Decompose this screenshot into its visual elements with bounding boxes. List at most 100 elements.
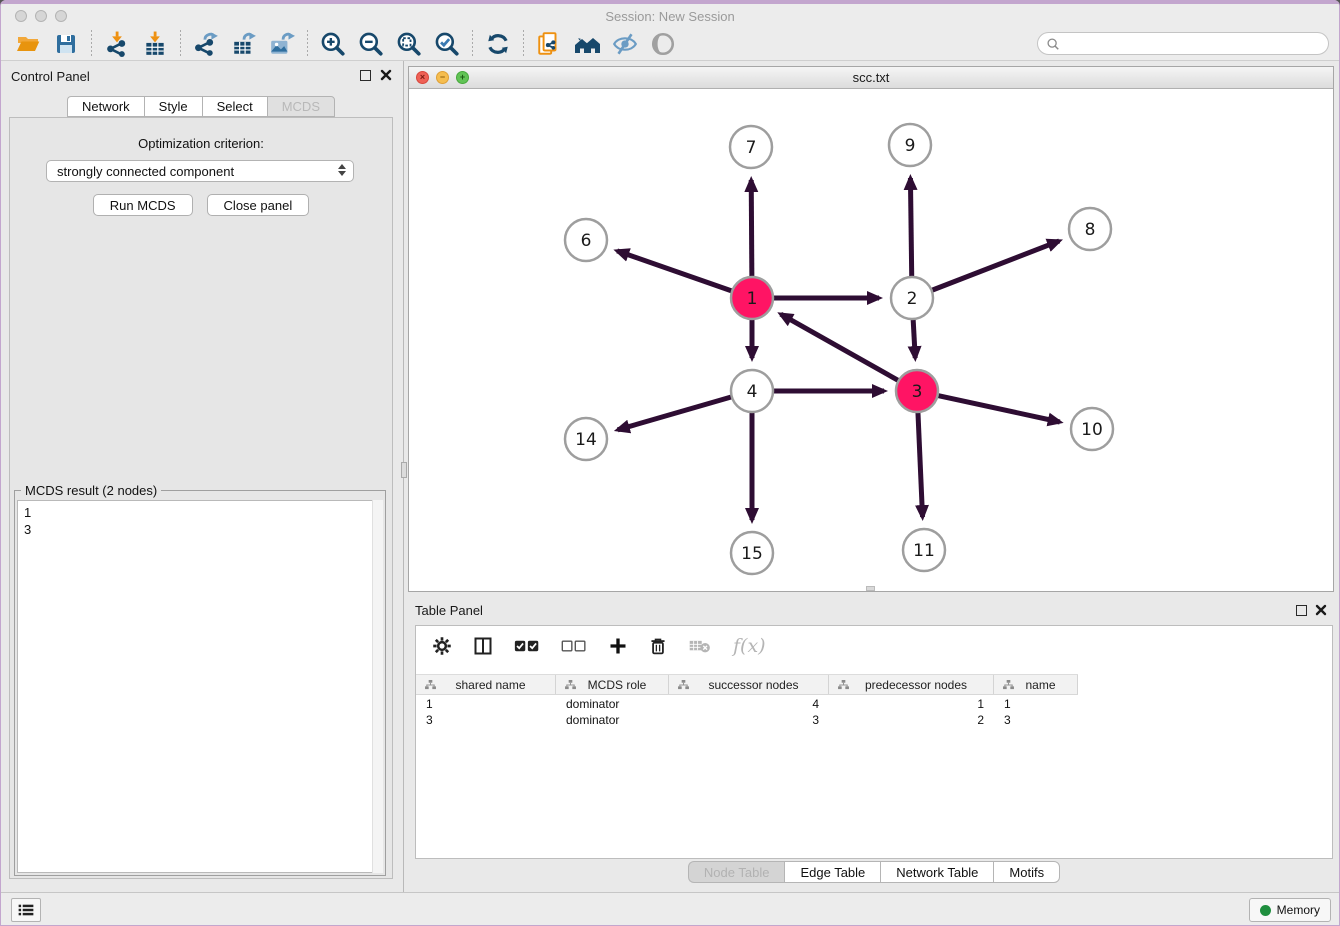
window-title: Session: New Session bbox=[605, 9, 734, 24]
graph-node-label: 2 bbox=[907, 289, 918, 309]
export-image-button[interactable] bbox=[263, 29, 301, 59]
graph-edge[interactable] bbox=[918, 410, 923, 517]
close-network-button[interactable]: × bbox=[416, 71, 429, 84]
zoom-in-button[interactable] bbox=[314, 29, 352, 59]
column-header-label: successor nodes bbox=[689, 678, 828, 692]
table-header-row: shared name MCDS role successor nodesprede… bbox=[416, 674, 1078, 695]
deselect-all-icon bbox=[561, 638, 587, 654]
tab-style[interactable]: Style bbox=[144, 96, 202, 117]
tab-edge-table[interactable]: Edge Table bbox=[784, 861, 880, 883]
graph-edge[interactable] bbox=[617, 251, 734, 292]
network-canvas-svg[interactable]: 7968124314101511 bbox=[409, 89, 1333, 591]
graph-edge[interactable] bbox=[910, 178, 911, 279]
minimize-network-button[interactable]: − bbox=[436, 71, 449, 84]
show-panel-list-button[interactable] bbox=[11, 898, 41, 922]
tab-network-table[interactable]: Network Table bbox=[880, 861, 993, 883]
refresh-button[interactable] bbox=[479, 29, 517, 59]
zoom-selected-button[interactable] bbox=[428, 29, 466, 59]
table-row[interactable]: 3dominator323 bbox=[416, 712, 1332, 728]
float-table-panel-button[interactable] bbox=[1296, 605, 1307, 616]
graph-edge[interactable] bbox=[936, 395, 1060, 422]
save-session-button[interactable] bbox=[47, 29, 85, 59]
select-all-button[interactable] bbox=[514, 638, 540, 654]
table-panel-title: Table Panel bbox=[415, 603, 483, 618]
tab-network[interactable]: Network bbox=[67, 96, 144, 117]
network-window-title: scc.txt bbox=[853, 70, 890, 85]
mcds-result-textarea[interactable]: 1 3 bbox=[17, 500, 383, 873]
zoom-out-button[interactable] bbox=[352, 29, 390, 59]
open-session-button[interactable] bbox=[9, 29, 47, 59]
column-header[interactable]: predecessor nodes bbox=[829, 675, 994, 694]
column-header[interactable]: shared name bbox=[416, 675, 556, 694]
node-table: f(x) shared name MCDS role successor nodes… bbox=[415, 625, 1333, 859]
table-cell: 3 bbox=[669, 713, 829, 727]
export-table-button[interactable] bbox=[225, 29, 263, 59]
close-panel-button-inline[interactable]: Close panel bbox=[207, 194, 310, 216]
columns-icon bbox=[473, 636, 493, 656]
memory-button[interactable]: Memory bbox=[1249, 898, 1331, 922]
tab-node-table[interactable]: Node Table bbox=[688, 861, 785, 883]
attribute-icon bbox=[425, 680, 436, 690]
table-panel: Table Panel bbox=[407, 595, 1340, 892]
show-columns-button[interactable] bbox=[473, 636, 493, 656]
show-graphics-button[interactable] bbox=[644, 29, 682, 59]
export-network-button[interactable] bbox=[187, 29, 225, 59]
deselect-all-button[interactable] bbox=[561, 638, 587, 654]
graph-edge[interactable] bbox=[930, 241, 1060, 291]
graph-node-label: 6 bbox=[581, 231, 592, 251]
attribute-icon bbox=[838, 680, 849, 690]
close-panel-button[interactable] bbox=[379, 68, 393, 82]
delete-table-button[interactable] bbox=[688, 637, 712, 655]
tab-motifs[interactable]: Motifs bbox=[993, 861, 1060, 883]
zoom-in-icon bbox=[320, 31, 346, 57]
control-panel: Control Panel Network Style Select MCDS … bbox=[1, 61, 401, 892]
home-icon bbox=[573, 31, 601, 57]
zoom-fit-button[interactable] bbox=[390, 29, 428, 59]
zoom-selected-icon bbox=[434, 31, 460, 57]
run-mcds-button[interactable]: Run MCDS bbox=[93, 194, 193, 216]
search-icon bbox=[1046, 37, 1060, 51]
minimize-window-button[interactable] bbox=[35, 10, 47, 22]
import-network-button[interactable] bbox=[98, 29, 136, 59]
export-table-icon bbox=[231, 31, 257, 57]
table-cell: dominator bbox=[556, 697, 669, 711]
graph-edge[interactable] bbox=[781, 314, 901, 381]
graph-edge[interactable] bbox=[751, 180, 752, 279]
column-header[interactable]: MCDS role bbox=[556, 675, 669, 694]
float-panel-button[interactable] bbox=[360, 70, 371, 81]
table-row[interactable]: 1dominator411 bbox=[416, 696, 1332, 712]
column-header-label: MCDS role bbox=[576, 678, 668, 692]
table-cell: 4 bbox=[669, 697, 829, 711]
maximize-window-button[interactable] bbox=[55, 10, 67, 22]
hide-graphics-button[interactable] bbox=[606, 29, 644, 59]
add-column-button[interactable] bbox=[608, 636, 628, 656]
criterion-select[interactable]: strongly connected component bbox=[46, 160, 354, 182]
table-settings-button[interactable] bbox=[432, 636, 452, 656]
delete-column-button[interactable] bbox=[649, 636, 667, 656]
network-scroll-handle[interactable] bbox=[866, 586, 875, 591]
graph-edge[interactable] bbox=[913, 317, 915, 358]
graph-edge[interactable] bbox=[618, 396, 734, 430]
export-image-icon bbox=[269, 31, 295, 57]
network-window-titlebar[interactable]: × − + scc.txt bbox=[409, 67, 1333, 89]
column-header[interactable]: successor nodes bbox=[669, 675, 829, 694]
result-scrollbar[interactable] bbox=[372, 500, 383, 873]
close-table-panel-button[interactable] bbox=[1314, 603, 1328, 617]
table-cell: 1 bbox=[829, 697, 994, 711]
tab-select[interactable]: Select bbox=[202, 96, 267, 117]
column-header[interactable]: name bbox=[994, 675, 1078, 694]
control-panel-tabs: Network Style Select MCDS bbox=[1, 96, 401, 117]
network-overview-button[interactable] bbox=[530, 29, 568, 59]
function-builder-button[interactable]: f(x) bbox=[733, 635, 766, 657]
import-table-button[interactable] bbox=[136, 29, 174, 59]
tab-mcds[interactable]: MCDS bbox=[267, 96, 335, 117]
table-body: 1dominator4113dominator323 bbox=[416, 696, 1332, 728]
close-window-button[interactable] bbox=[15, 10, 27, 22]
home-button[interactable] bbox=[568, 29, 606, 59]
maximize-network-button[interactable]: + bbox=[456, 71, 469, 84]
table-panel-tabs: Node Table Edge Table Network Table Moti… bbox=[407, 861, 1340, 883]
graph-node-label: 4 bbox=[747, 382, 758, 402]
toolbar-separator bbox=[91, 30, 92, 58]
search-input[interactable] bbox=[1065, 35, 1328, 52]
optimization-criterion-label: Optimization criterion: bbox=[10, 136, 392, 151]
